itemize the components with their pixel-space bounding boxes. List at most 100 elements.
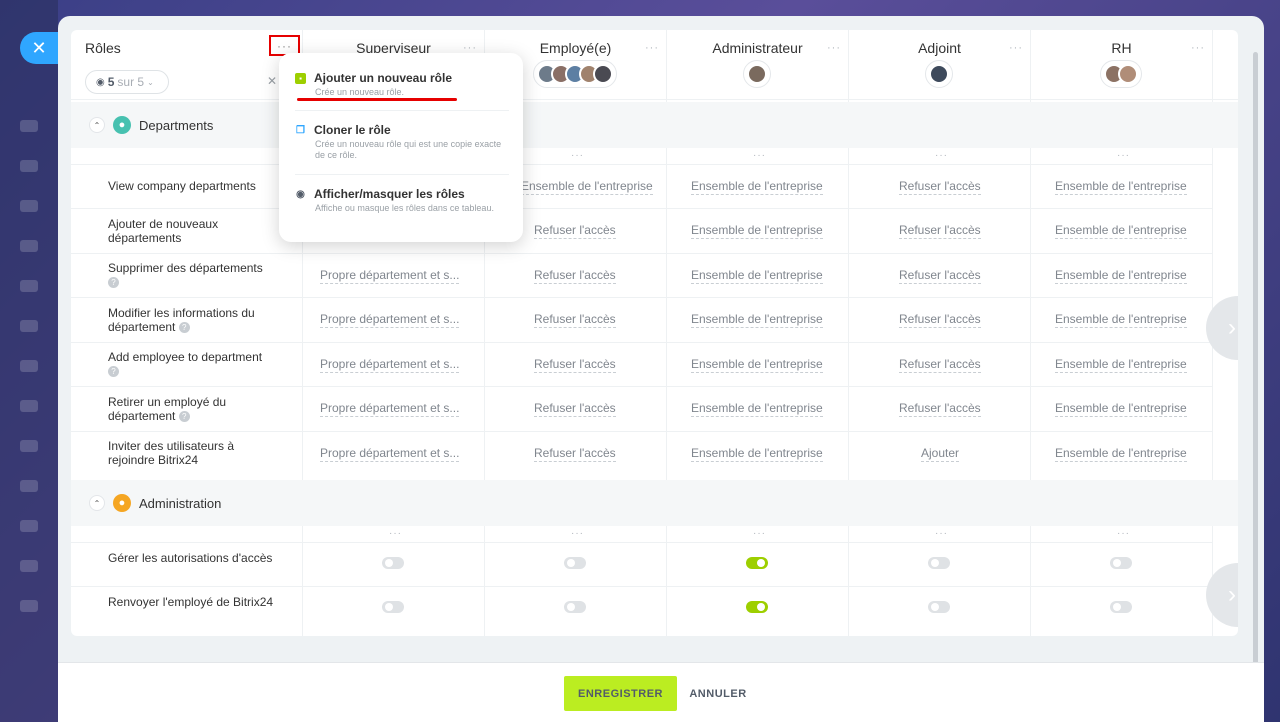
avatar-group-adjoint[interactable]	[925, 60, 953, 88]
permission-toggle[interactable]	[564, 601, 586, 613]
permission-cell[interactable]: Propre département et s...	[320, 312, 460, 328]
permission-toggle[interactable]	[1110, 557, 1132, 569]
scroll-right-button[interactable]: ›	[1206, 563, 1238, 627]
bg-nav-icon	[20, 360, 38, 372]
permission-cell[interactable]: Refuser l'accès	[534, 446, 616, 462]
column-dots: ···	[571, 150, 584, 161]
scroll-right-button[interactable]: ›	[1206, 296, 1238, 360]
save-button[interactable]: ENREGISTRER	[564, 676, 677, 711]
role-name-rh[interactable]: RH	[1031, 40, 1212, 56]
permission-cell[interactable]: Propre département et s...	[320, 401, 460, 417]
permission-toggle[interactable]	[382, 601, 404, 613]
permission-cell[interactable]: Ensemble de l'entreprise	[1055, 357, 1187, 373]
permission-cell[interactable]: Ensemble de l'entreprise	[1055, 268, 1187, 284]
avatar-group-administrateur[interactable]	[743, 60, 771, 88]
permission-cell[interactable]: Refuser l'accès	[534, 401, 616, 417]
section-header-departments[interactable]: ⌃ ● Departments	[89, 116, 213, 134]
permission-cell[interactable]: Propre département et s...	[320, 268, 460, 284]
permission-cell[interactable]: Ensemble de l'entreprise	[1055, 446, 1187, 462]
permission-cell[interactable]: Propre département et s...	[320, 446, 460, 462]
section-title: Departments	[139, 117, 214, 133]
row-label-modifier: Modifier les informations du département…	[108, 306, 278, 334]
column-dots: ···	[1117, 528, 1130, 539]
bg-nav-icon	[20, 120, 38, 132]
permission-cell[interactable]: Refuser l'accès	[899, 312, 981, 328]
permission-toggle[interactable]	[564, 557, 586, 569]
highlight-underline	[297, 98, 457, 101]
permission-cell[interactable]: Refuser l'accès	[899, 401, 981, 417]
chevron-up-icon[interactable]: ⌃	[89, 495, 105, 511]
add-role-icon: ▪	[295, 72, 306, 84]
menu-divider	[295, 174, 509, 175]
help-icon[interactable]: ?	[178, 411, 190, 423]
collapse-icon[interactable]: ✕	[267, 74, 277, 88]
permission-toggle[interactable]	[746, 557, 768, 569]
avatar-group-employe[interactable]	[533, 60, 617, 88]
row-label-supprimer: Supprimer des départements?	[108, 261, 278, 289]
permission-cell[interactable]: Ensemble de l'entreprise	[691, 179, 823, 195]
menu-item-title: Ajouter un nouveau rôle	[314, 71, 453, 85]
role-menu-administrateur[interactable]: ···	[827, 42, 841, 54]
permission-cell[interactable]: Ajouter	[921, 446, 960, 462]
bg-nav-icon	[20, 320, 38, 332]
roles-count-pill[interactable]: ◉ 5 sur 5 ⌄	[85, 70, 169, 94]
role-menu-adjoint[interactable]: ···	[1009, 42, 1023, 54]
role-menu-employe[interactable]: ···	[645, 42, 659, 54]
bg-nav-icon	[20, 200, 38, 212]
permission-cell[interactable]: Ensemble de l'entreprise	[1055, 401, 1187, 417]
chevron-right-icon: ›	[1228, 581, 1236, 608]
permission-cell[interactable]: Refuser l'accès	[534, 268, 616, 284]
cancel-button[interactable]: ANNULER	[686, 676, 750, 711]
permission-cell[interactable]: Ensemble de l'entreprise	[1055, 223, 1187, 239]
permission-cell[interactable]: Ensemble de l'entreprise	[1055, 312, 1187, 328]
row-label: Inviter des utilisateurs à rejoindre Bit…	[108, 439, 235, 467]
permission-cell[interactable]: Refuser l'accès	[899, 223, 981, 239]
row-label: Ajouter de nouveaux départements	[108, 217, 219, 245]
permission-cell[interactable]: Ensemble de l'entreprise	[691, 357, 823, 373]
permission-cell[interactable]: Refuser l'accès	[899, 268, 981, 284]
section-departments	[71, 102, 1238, 148]
row-label: View company departments	[108, 179, 256, 193]
row-divider	[71, 297, 1213, 298]
permission-cell[interactable]: Ensemble de l'entreprise	[691, 401, 823, 417]
vertical-scrollbar[interactable]	[1253, 52, 1258, 688]
section-header-administration[interactable]: ⌃ ● Administration	[89, 494, 221, 512]
menu-item-toggle-roles[interactable]: ◉ Afficher/masquer les rôles Affiche ou …	[295, 187, 509, 214]
role-name-adjoint[interactable]: Adjoint	[849, 40, 1030, 56]
bg-nav-icon	[20, 280, 38, 292]
chevron-up-icon[interactable]: ⌃	[89, 117, 105, 133]
permission-toggle[interactable]	[746, 601, 768, 613]
role-menu-rh[interactable]: ···	[1191, 42, 1205, 54]
permission-cell[interactable]: Refuser l'accès	[899, 179, 981, 195]
menu-item-clone-role[interactable]: ❐ Cloner le rôle Crée un nouveau rôle qu…	[295, 123, 509, 161]
permission-cell[interactable]: Ensemble de l'entreprise	[691, 268, 823, 284]
role-name-administrateur[interactable]: Administrateur	[667, 40, 848, 56]
row-divider	[71, 253, 1213, 254]
permission-cell[interactable]: Propre département et s...	[320, 357, 460, 373]
permission-toggle[interactable]	[928, 557, 950, 569]
permission-cell[interactable]: Ensemble de l'entreprise	[691, 312, 823, 328]
permission-cell[interactable]: Refuser l'accès	[534, 223, 616, 239]
roles-context-menu: ▪ Ajouter un nouveau rôle Crée un nouvea…	[279, 53, 523, 242]
permission-toggle[interactable]	[1110, 601, 1132, 613]
row-divider	[71, 586, 1213, 587]
menu-item-add-role[interactable]: ▪ Ajouter un nouveau rôle Crée un nouvea…	[295, 71, 509, 98]
column-dots: ···	[753, 150, 766, 161]
permission-cell[interactable]: Refuser l'accès	[534, 312, 616, 328]
permission-cell[interactable]: Refuser l'accès	[534, 357, 616, 373]
permission-cell[interactable]: Refuser l'accès	[899, 357, 981, 373]
help-icon[interactable]: ?	[178, 322, 190, 334]
permission-cell[interactable]: Ensemble de l'entreprise	[691, 446, 823, 462]
permission-toggle[interactable]	[382, 557, 404, 569]
bg-nav-icon	[20, 440, 38, 452]
permission-cell[interactable]: Ensemble de l'entreprise	[691, 223, 823, 239]
permission-toggle[interactable]	[928, 601, 950, 613]
close-panel-button[interactable]: ✕	[20, 32, 58, 64]
row-label-add-employee: Add employee to department?	[108, 350, 278, 378]
column-dots: ···	[753, 528, 766, 539]
help-icon[interactable]: ?	[108, 277, 119, 289]
avatar-group-rh[interactable]	[1100, 60, 1142, 88]
help-icon[interactable]: ?	[108, 366, 119, 378]
permission-cell[interactable]: Ensemble de l'entreprise	[521, 179, 653, 195]
permission-cell[interactable]: Ensemble de l'entreprise	[1055, 179, 1187, 195]
